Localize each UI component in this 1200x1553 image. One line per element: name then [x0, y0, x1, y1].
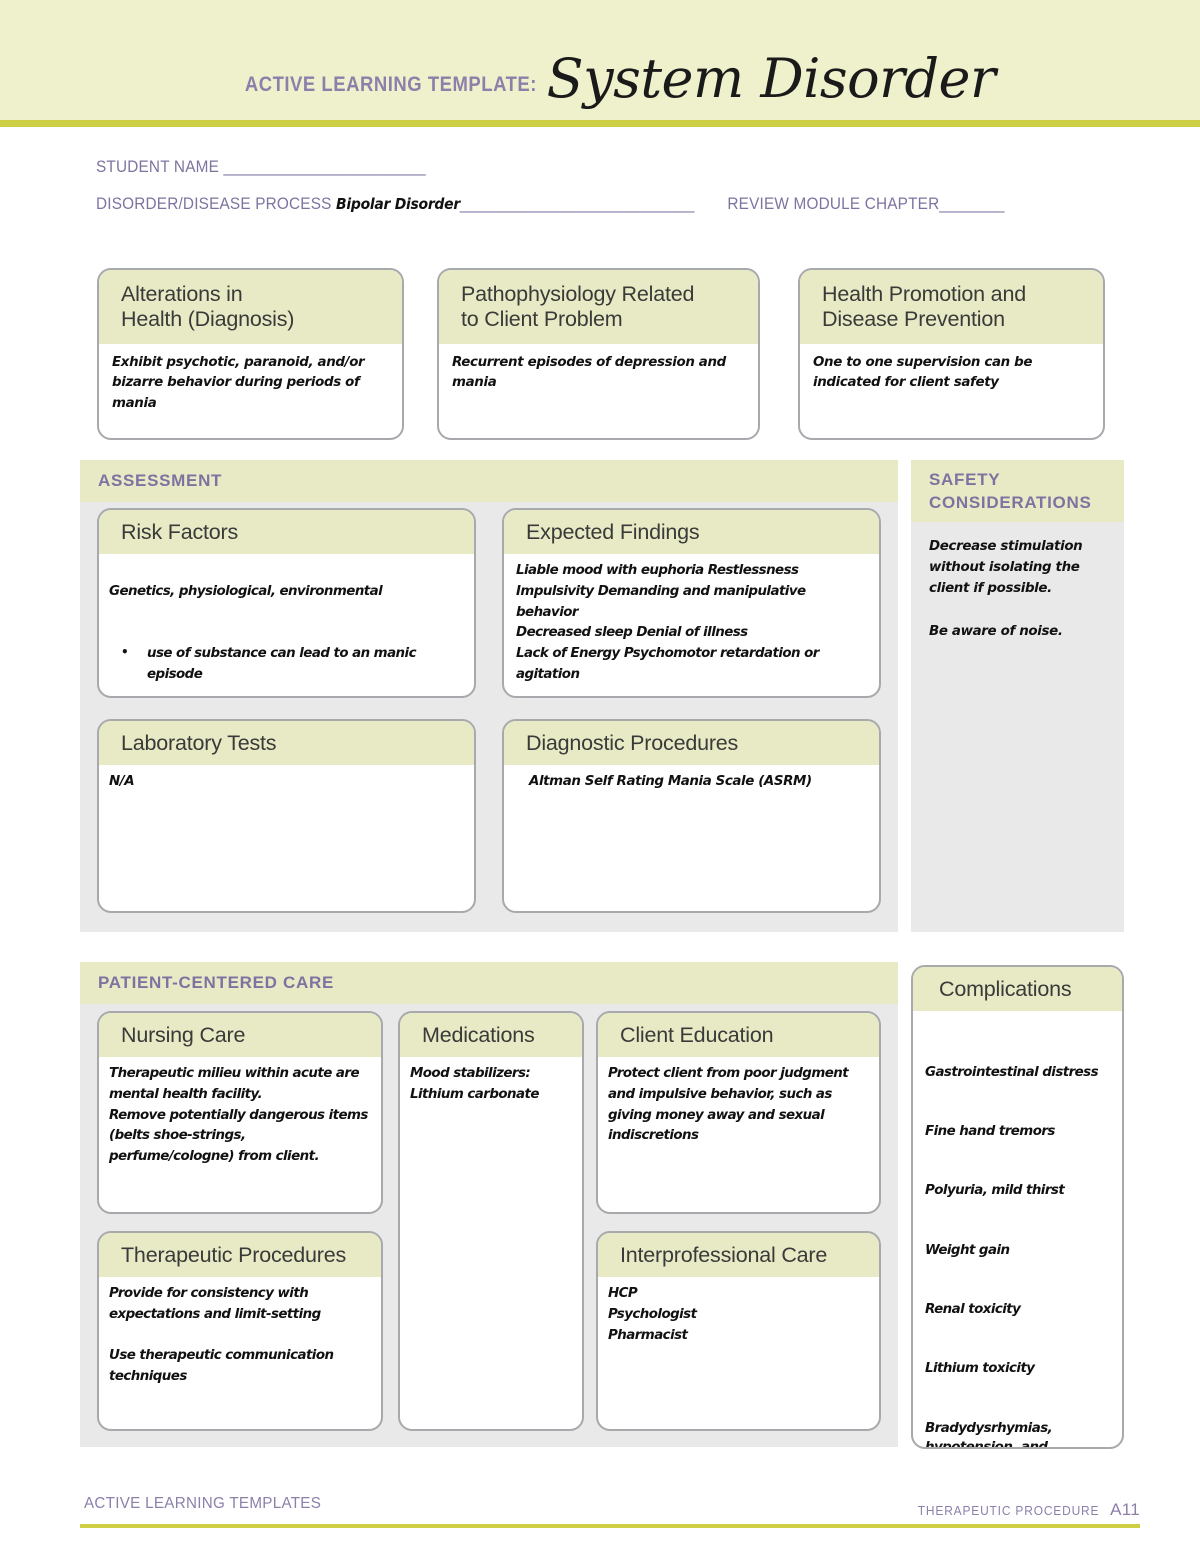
nursing-care-card: Nursing Care Therapeutic milieu within a… — [97, 1011, 383, 1214]
header: ACTIVE LEARNING TEMPLATE: System Disorde… — [0, 0, 1200, 120]
footer-meta: THERAPEUTIC PROCEDURE A11 — [902, 1500, 1140, 1520]
pathophysiology-body[interactable]: Recurrent episodes of depression and man… — [439, 344, 758, 405]
risk-factors-card: Risk Factors Genetics, physiological, en… — [97, 508, 476, 698]
list-item: Weight gain — [925, 1242, 1010, 1258]
health-promotion-title: Health Promotion and Disease Prevention — [800, 270, 1103, 344]
risk-factors-body[interactable]: Genetics, physiological, environmental u… — [99, 554, 474, 696]
assessment-section-header: ASSESSMENT — [80, 460, 898, 502]
patient-centered-care-section-title: PATIENT-CENTERED CARE — [98, 973, 335, 992]
therapeutic-procedures-body[interactable]: Provide for consistency with expectation… — [99, 1277, 381, 1397]
footer-rule — [80, 1524, 1140, 1528]
laboratory-tests-body[interactable]: N/A — [99, 765, 474, 801]
footer-brand: ACTIVE LEARNING TEMPLATES — [84, 1495, 322, 1512]
footer-page-number: A11 — [1110, 1500, 1140, 1519]
alterations-in-health-title: Alterations in Health (Diagnosis) — [99, 270, 402, 344]
footer-category: THERAPEUTIC PROCEDURE — [917, 1503, 1100, 1518]
header-rule — [0, 120, 1200, 127]
diagnostic-procedures-body[interactable]: Altman Self Rating Mania Scale (ASRM) — [504, 765, 879, 801]
medications-body[interactable]: Mood stabilizers: Lithium carbonate — [400, 1057, 582, 1114]
nursing-care-body[interactable]: Therapeutic milieu within acute are ment… — [99, 1057, 381, 1177]
header-eyebrow: ACTIVE LEARNING TEMPLATE: — [244, 73, 537, 96]
laboratory-tests-card: Laboratory Tests N/A — [97, 719, 476, 913]
therapeutic-procedures-card: Therapeutic Procedures Provide for consi… — [97, 1231, 383, 1431]
health-promotion-box: Health Promotion and Disease Prevention … — [798, 268, 1105, 440]
interprofessional-care-card: Interprofessional Care HCP Psychologist … — [596, 1231, 881, 1431]
safety-considerations-header: SAFETY CONSIDERATIONS — [911, 460, 1124, 522]
client-education-title: Client Education — [598, 1013, 879, 1057]
complications-list: Gastrointestinal distress Fine hand trem… — [925, 1042, 1114, 1449]
student-info-block: STUDENT NAME _________________________ D… — [96, 158, 1106, 214]
safety-considerations-body[interactable]: Decrease stimulation without isolating t… — [911, 524, 1124, 642]
disorder-value[interactable]: Bipolar Disorder — [336, 195, 460, 213]
page-title: System Disorder — [546, 47, 996, 110]
alterations-in-health-box: Alterations in Health (Diagnosis) Exhibi… — [97, 268, 404, 440]
list-item: Bradydysrhymias, hypotension, and electr… — [925, 1420, 1053, 1449]
nursing-care-title: Nursing Care — [99, 1013, 381, 1057]
diagnostic-procedures-title: Diagnostic Procedures — [504, 721, 879, 765]
list-item: Polyuria, mild thirst — [925, 1183, 1065, 1199]
risk-factors-bullet-list: use of substance can lead to an manic ep… — [109, 623, 464, 696]
student-name-label: STUDENT NAME — [96, 158, 220, 176]
safety-considerations-title: SAFETY CONSIDERATIONS — [929, 470, 1092, 512]
alterations-in-health-body[interactable]: Exhibit psychotic, paranoid, and/or biza… — [99, 344, 402, 425]
pathophysiology-title: Pathophysiology Related to Client Proble… — [439, 270, 758, 344]
complications-body[interactable]: Gastrointestinal distress Fine hand trem… — [913, 1011, 1122, 1449]
review-module-input[interactable]: ________ — [939, 195, 1004, 213]
disorder-line: DISORDER/DISEASE PROCESS Bipolar Disorde… — [96, 195, 1035, 214]
safety-considerations-body-wrap: Decrease stimulation without isolating t… — [911, 524, 1124, 924]
medications-card: Medications Mood stabilizers: Lithium ca… — [398, 1011, 584, 1431]
expected-findings-title: Expected Findings — [504, 510, 879, 554]
disorder-label: DISORDER/DISEASE PROCESS — [96, 195, 332, 213]
student-name-input[interactable]: _________________________ — [223, 158, 425, 176]
active-learning-template-page: ACTIVE LEARNING TEMPLATE: System Disorde… — [0, 0, 1200, 1553]
laboratory-tests-title: Laboratory Tests — [99, 721, 474, 765]
client-education-body[interactable]: Protect client from poor judgment and im… — [598, 1057, 879, 1156]
pathophysiology-box: Pathophysiology Related to Client Proble… — [437, 268, 760, 440]
medications-title: Medications — [400, 1013, 582, 1057]
assessment-section-title: ASSESSMENT — [98, 471, 223, 490]
risk-factors-intro: Genetics, physiological, environmental — [109, 583, 383, 599]
complications-card: Complications Gastrointestinal distress … — [911, 965, 1124, 1449]
client-education-card: Client Education Protect client from poo… — [596, 1011, 881, 1214]
review-module-label: REVIEW MODULE CHAPTER — [727, 195, 940, 213]
list-item: Gastrointestinal distress — [925, 1064, 1099, 1080]
diagnostic-procedures-card: Diagnostic Procedures Altman Self Rating… — [502, 719, 881, 913]
risk-factors-title: Risk Factors — [99, 510, 474, 554]
list-item: use of substance can lead to an manic ep… — [109, 643, 464, 686]
interprofessional-care-title: Interprofessional Care — [598, 1233, 879, 1277]
interprofessional-care-body[interactable]: HCP Psychologist Pharmacist — [598, 1277, 879, 1355]
student-name-line: STUDENT NAME _________________________ — [96, 158, 1035, 177]
list-item: Lithium toxicity — [925, 1361, 1035, 1377]
disorder-rule[interactable]: _____________________________ — [460, 195, 694, 213]
expected-findings-card: Expected Findings Liable mood with eupho… — [502, 508, 881, 698]
list-item: Fine hand tremors — [925, 1123, 1055, 1139]
health-promotion-body[interactable]: One to one supervision can be indicated … — [800, 344, 1103, 405]
patient-centered-care-section-header: PATIENT-CENTERED CARE — [80, 962, 898, 1004]
complications-title: Complications — [913, 967, 1122, 1011]
therapeutic-procedures-title: Therapeutic Procedures — [99, 1233, 381, 1277]
expected-findings-body[interactable]: Liable mood with euphoria Restlessness I… — [504, 554, 879, 694]
list-item: Renal toxicity — [925, 1301, 1021, 1317]
